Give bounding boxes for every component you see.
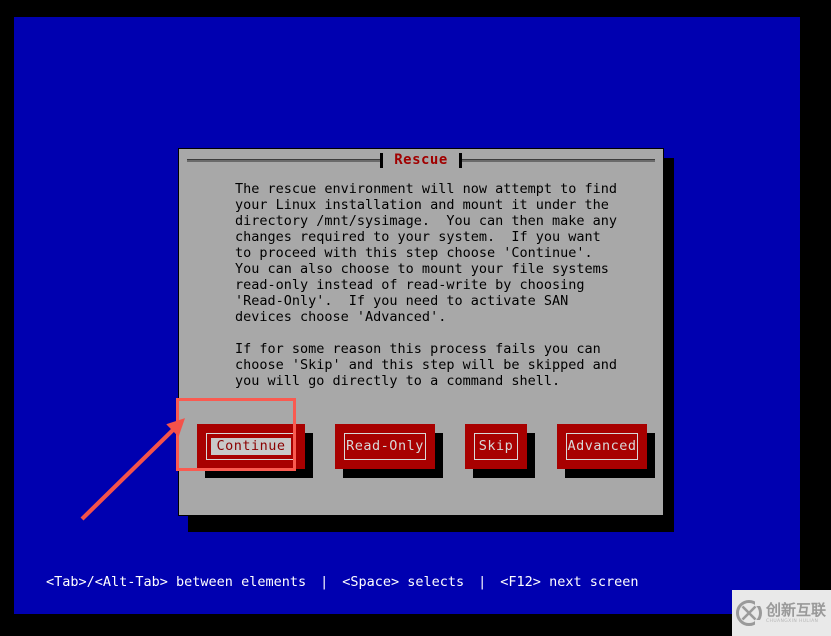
dialog-body-text: The rescue environment will now attempt … (235, 181, 618, 389)
readonly-button[interactable]: Read-Only (335, 424, 435, 469)
help-item-tab: <Tab>/<Alt-Tab> between elements (46, 574, 307, 590)
advanced-button[interactable]: Advanced (557, 424, 647, 469)
watermark-text: 创新互联 CHUANGXIN HULIAN (766, 602, 826, 625)
skip-button[interactable]: Skip (465, 424, 527, 469)
watermark-subtitle: CHUANGXIN HULIAN (766, 618, 819, 624)
rescue-dialog: Rescue The rescue environment will now a… (178, 148, 664, 516)
readonly-button-wrapper: Read-Only (335, 424, 443, 478)
readonly-button-label: Read-Only (346, 438, 424, 454)
watermark: 创新互联 CHUANGXIN HULIAN (732, 590, 831, 636)
help-separator-1: | (320, 574, 329, 590)
help-separator-2: | (478, 574, 487, 590)
continue-button-label: Continue (211, 438, 291, 455)
advanced-button-label: Advanced (567, 438, 637, 454)
watermark-title: 创新互联 (766, 600, 827, 619)
continue-button-wrapper: Continue (197, 424, 313, 478)
skip-button-inner-border: Skip (474, 433, 518, 460)
title-rule-right (461, 158, 656, 162)
skip-button-label: Skip (478, 438, 514, 454)
dialog-title: Rescue (394, 152, 448, 168)
dialog-title-bar: Rescue (179, 149, 663, 171)
circle-x-logo-icon (736, 600, 762, 626)
readonly-button-inner-border: Read-Only (344, 433, 426, 460)
help-item-space: <Space> selects (342, 574, 465, 590)
advanced-button-inner-border: Advanced (566, 433, 638, 460)
title-rule-left (187, 158, 381, 162)
continue-button-inner-border: Continue (206, 433, 296, 460)
dialog-button-row: Continue Read-Only Skip Advanced (197, 424, 655, 494)
skip-button-wrapper: Skip (465, 424, 535, 478)
advanced-button-wrapper: Advanced (557, 424, 655, 478)
continue-button[interactable]: Continue (197, 424, 305, 469)
console-screen: Rescue The rescue environment will now a… (0, 0, 831, 636)
help-item-f12: <F12> next screen (500, 574, 639, 590)
console-field: Rescue The rescue environment will now a… (14, 17, 800, 614)
help-bar: <Tab>/<Alt-Tab> between elements | <Spac… (28, 572, 814, 592)
